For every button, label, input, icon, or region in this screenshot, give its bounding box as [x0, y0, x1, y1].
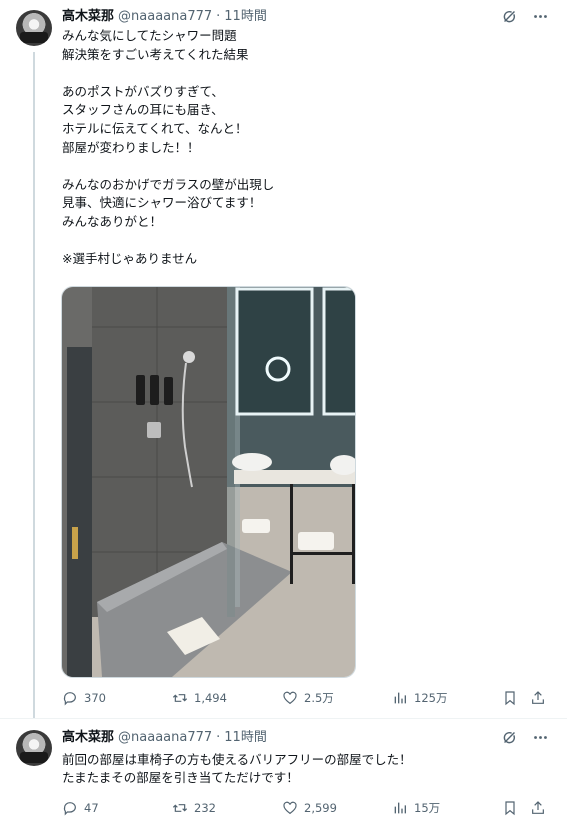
timestamp[interactable]: 11時間	[224, 9, 267, 24]
like-count: 2,599	[304, 801, 337, 815]
share-icon	[532, 801, 544, 814]
bookmark-button[interactable]	[502, 690, 518, 706]
tweet-2[interactable]: 高木菜那 @naaaana777 · 11時間 前回の部屋は車椅子の方も使えるバリアフ…	[0, 718, 567, 835]
reply-count: 370	[84, 691, 106, 705]
timestamp[interactable]: 11時間	[224, 730, 267, 745]
repost-button[interactable]: 232	[172, 800, 216, 816]
repost-count: 1,494	[194, 691, 227, 705]
thread-line	[33, 52, 35, 718]
author-name[interactable]: 高木菜那	[62, 730, 114, 745]
tweet-photo[interactable]	[61, 286, 356, 678]
views-icon	[394, 692, 406, 704]
repost-count: 232	[194, 801, 216, 815]
tweet-1[interactable]: 高木菜那 @naaaana777 · 11時間 みんな気にしてたシャワー問題 解決策を…	[0, 0, 567, 718]
tweet-text: 前回の部屋は車椅子の方も使えるバリアフリーの部屋でした！ たまたまその部屋を引き…	[62, 752, 412, 785]
tweet-header: 高木菜那 @naaaana777 · 11時間	[62, 730, 267, 746]
more-icon[interactable]	[532, 729, 549, 746]
like-button[interactable]: 2.5万	[282, 690, 334, 706]
action-bar: 370 1,494 2.5万 125万	[62, 688, 548, 708]
avatar[interactable]	[16, 730, 52, 766]
separator: ·	[216, 730, 221, 745]
view-count: 125万	[414, 691, 448, 705]
heart-icon	[283, 801, 297, 815]
share-icon	[532, 691, 544, 704]
action-bar: 47 232 2,599 15万	[62, 798, 548, 818]
reply-count: 47	[84, 801, 99, 815]
separator: ·	[216, 9, 221, 24]
views-icon	[394, 802, 406, 814]
view-count: 15万	[414, 801, 441, 815]
share-button[interactable]	[530, 690, 546, 706]
bookmark-button[interactable]	[502, 800, 518, 816]
avatar[interactable]	[16, 10, 52, 46]
reply-button[interactable]: 47	[62, 800, 99, 816]
tweet-header: 高木菜那 @naaaana777 · 11時間	[62, 9, 267, 25]
heart-icon	[283, 691, 297, 705]
like-button[interactable]: 2,599	[282, 800, 337, 816]
tweet-text: みんな気にしてたシャワー問題 解決策をすごい考えてくれた結果 あのポストがバズり…	[62, 28, 275, 267]
author-name[interactable]: 高木菜那	[62, 9, 114, 24]
like-count: 2.5万	[304, 691, 334, 705]
views-button[interactable]: 15万	[392, 800, 440, 816]
repost-button[interactable]: 1,494	[172, 690, 227, 706]
views-button[interactable]: 125万	[392, 690, 447, 706]
share-button[interactable]	[530, 800, 546, 816]
bookmark-icon	[505, 691, 515, 706]
author-handle[interactable]: @naaaana777	[118, 730, 212, 745]
repost-icon	[172, 694, 188, 702]
reply-button[interactable]: 370	[62, 690, 106, 706]
grok-icon[interactable]	[501, 8, 518, 25]
bookmark-icon	[505, 801, 515, 816]
grok-icon[interactable]	[501, 729, 518, 746]
reply-icon	[63, 802, 76, 816]
author-handle[interactable]: @naaaana777	[118, 9, 212, 24]
repost-icon	[172, 804, 188, 812]
reply-icon	[63, 692, 76, 706]
more-icon[interactable]	[532, 8, 549, 25]
